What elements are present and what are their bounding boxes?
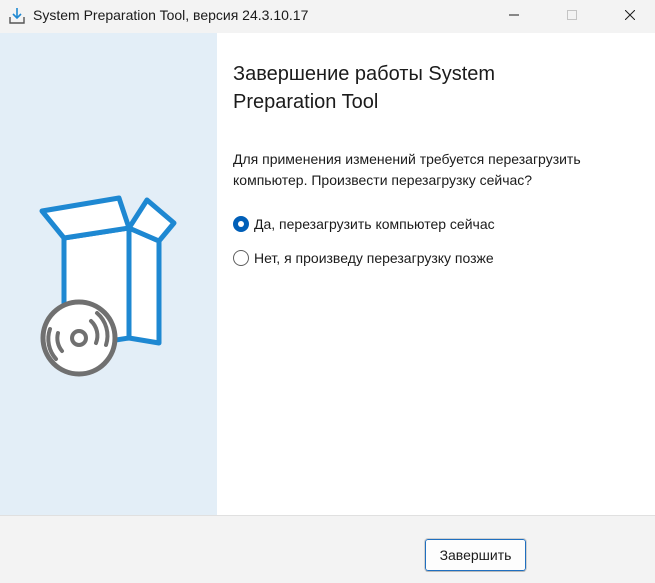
radio-button-checked[interactable] [233, 216, 249, 232]
window-title: System Preparation Tool, версия 24.3.10.… [33, 7, 309, 23]
description-text: Для применения изменений требуется перез… [233, 151, 581, 188]
maximize-button [549, 0, 595, 32]
radio-button-unchecked[interactable] [233, 250, 249, 266]
left-panel [0, 33, 217, 515]
page-title: Завершение работы System Preparation Too… [233, 63, 496, 113]
option-label[interactable]: Да, перезагрузить компьютер сейчас [254, 214, 495, 234]
close-button[interactable] [607, 0, 653, 32]
download-tray-icon [8, 7, 26, 25]
maximize-icon [567, 7, 577, 25]
main-content: Завершение работы System Preparation Too… [233, 60, 633, 266]
minimize-button[interactable] [491, 0, 537, 32]
software-box-with-disc-icon [34, 193, 184, 393]
minimize-icon [509, 7, 519, 25]
setup-window: System Preparation Tool, версия 24.3.10.… [0, 0, 655, 583]
option-restart-later[interactable]: Нет, я произведу перезагрузку позже [233, 248, 494, 268]
title-bar[interactable]: System Preparation Tool, версия 24.3.10.… [0, 0, 655, 33]
footer-bar: Завершить [0, 515, 655, 583]
option-label[interactable]: Нет, я произведу перезагрузку позже [254, 248, 494, 268]
close-icon [624, 7, 636, 25]
finish-button[interactable]: Завершить [424, 538, 527, 572]
option-restart-now[interactable]: Да, перезагрузить компьютер сейчас [233, 214, 495, 234]
